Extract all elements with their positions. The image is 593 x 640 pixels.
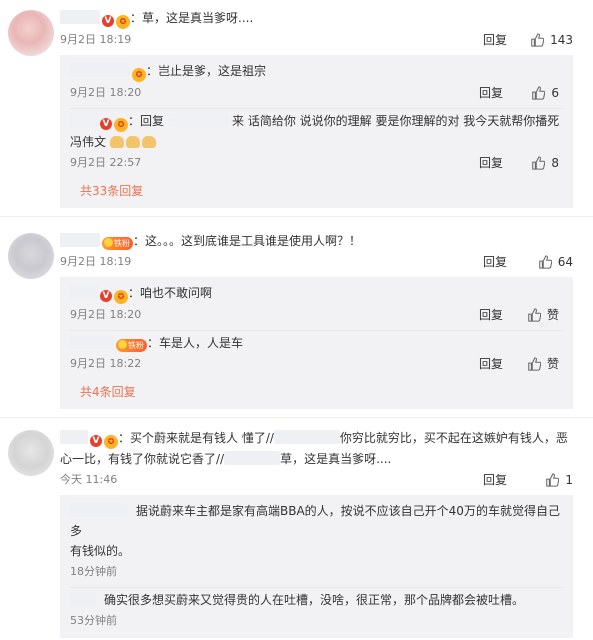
reply-text: 铁粉 ：车是人，人是车 xyxy=(70,333,563,353)
praying-hands-icon xyxy=(109,136,124,148)
view-more-replies-link[interactable]: 共33条回复 xyxy=(70,178,563,206)
username[interactable] xyxy=(70,592,96,606)
thumb-up-icon xyxy=(538,255,553,269)
timestamp: 18分钟前 xyxy=(70,565,117,578)
fan-badge: 铁粉 xyxy=(102,237,133,250)
reply-item: V ✪ ：咱也不敢问啊 9月2日 18:20 回复 赞 xyxy=(70,281,563,330)
reply-item: ✪ ：岂止是爹，这是祖宗 9月2日 18:20 回复 6 xyxy=(70,59,563,108)
avatar[interactable] xyxy=(8,430,54,476)
avatar[interactable] xyxy=(8,233,54,279)
medal-icon: ✪ xyxy=(132,68,146,82)
thumb-up-icon xyxy=(528,308,542,322)
reply-text: ✪ ：岂止是爹，这是祖宗 xyxy=(70,61,563,82)
username[interactable] xyxy=(70,285,98,299)
reply-item: 确实很多想买蔚来又觉得贵的人在吐槽，没啥，很正常，那个品牌都会被吐槽。 53分钟… xyxy=(70,587,563,636)
timestamp: 9月2日 18:22 xyxy=(70,357,142,370)
username[interactable] xyxy=(70,335,114,349)
verified-icon: V xyxy=(100,290,112,302)
mentioned-user[interactable] xyxy=(224,451,281,465)
reply-meta: 9月2日 18:22 回复 赞 xyxy=(70,353,563,375)
thumb-up-icon xyxy=(532,156,546,170)
comment-text: V ✪ ：买个蔚来就是有钱人 懂了//你穷比就穷比，买不起在这嫉妒有钱人，恶 xyxy=(60,428,573,449)
fan-badge: 铁粉 xyxy=(116,339,147,352)
view-more-replies-link[interactable]: 共4条回复 xyxy=(70,379,563,407)
verified-icon: V xyxy=(102,15,114,27)
timestamp: 今天 11:46 xyxy=(60,473,118,486)
praying-hands-icon xyxy=(141,136,156,148)
username[interactable] xyxy=(70,113,98,127)
timestamp: 9月2日 18:19 xyxy=(60,33,132,46)
timestamp: 9月2日 22:57 xyxy=(70,156,142,169)
reply-item: 铁粉 ：车是人，人是车 9月2日 18:22 回复 赞 xyxy=(70,330,563,379)
reply-button[interactable]: 回复 xyxy=(483,251,507,273)
like-button[interactable]: 1 xyxy=(545,469,573,491)
comment-thread: V ✪ ：买个蔚来就是有钱人 懂了//你穷比就穷比，买不起在这嫉妒有钱人，恶 心一比… xyxy=(0,418,593,640)
avatar[interactable] xyxy=(8,10,54,56)
thumb-up-icon xyxy=(546,473,560,487)
reply-meta: 9月2日 22:57 回复 8 xyxy=(70,152,563,174)
reply-button[interactable]: 回复 xyxy=(479,82,503,104)
reply-text-cont: 冯伟文 xyxy=(70,132,563,152)
reply-button[interactable]: 回复 xyxy=(479,152,503,174)
fan-icon xyxy=(104,238,113,247)
reply-button[interactable]: 回复 xyxy=(483,29,507,51)
reply-list: V ✪ ：咱也不敢问啊 9月2日 18:20 回复 赞 铁粉 ：车是人，人是车 9月2… xyxy=(60,277,573,409)
like-button[interactable]: 8 xyxy=(531,152,559,174)
reply-meta: 53分钟前 xyxy=(70,610,563,632)
reply-item: 据说蔚来车主都是家有高端BBA的人，按说不应该自己开个40万的车就觉得自己多 有… xyxy=(70,499,563,587)
comment-meta: 9月2日 18:19 回复 143 xyxy=(60,29,573,51)
like-button[interactable]: 64 xyxy=(538,251,573,273)
thumb-up-icon xyxy=(528,357,542,371)
timestamp: 9月2日 18:19 xyxy=(60,255,132,268)
like-button[interactable]: 6 xyxy=(531,82,559,104)
reply-button[interactable]: 回复 xyxy=(479,304,503,326)
reply-meta: 9月2日 18:20 回复 赞 xyxy=(70,304,563,326)
comment-text-cont: 心一比，有钱了你就说它香了//草，这是真当爹呀.... xyxy=(60,451,392,466)
timestamp: 9月2日 18:20 xyxy=(70,86,142,99)
comment-text: V ✪ ：草，这是真当爹呀.... xyxy=(60,4,573,29)
mentioned-user[interactable] xyxy=(168,113,229,127)
timestamp: 53分钟前 xyxy=(70,614,117,627)
reply-text: V ✪ ：回复来 话简给你 说说你的理解 要是你理解的对 我今天就帮你播死 xyxy=(70,111,563,132)
mentioned-user[interactable] xyxy=(273,430,340,444)
verified-icon: V xyxy=(90,435,102,447)
medal-icon: ✪ xyxy=(116,15,130,29)
timestamp: 9月2日 18:20 xyxy=(70,308,142,321)
like-button[interactable]: 赞 xyxy=(527,304,559,326)
username[interactable] xyxy=(60,430,88,444)
reply-text: V ✪ ：咱也不敢问啊 xyxy=(70,283,563,304)
comment-meta: 9月2日 18:19 回复 64 xyxy=(60,251,573,273)
reply-text: 确实很多想买蔚来又觉得贵的人在吐槽，没啥，很正常，那个品牌都会被吐槽。 xyxy=(70,590,563,610)
comment-thread: V ✪ ：草，这是真当爹呀.... 9月2日 18:19 回复 143 ✪ ：岂止是爹… xyxy=(0,0,593,217)
username[interactable] xyxy=(60,233,100,247)
reply-list: 据说蔚来车主都是家有高端BBA的人，按说不应该自己开个40万的车就觉得自己多 有… xyxy=(60,495,573,638)
comment-thread: 铁粉 ：这。。。这到底谁是工具谁是使用人啊？！ 9月2日 18:19 回复 64 … xyxy=(0,217,593,418)
username[interactable] xyxy=(60,10,100,24)
medal-icon: ✪ xyxy=(104,435,118,449)
verified-icon: V xyxy=(100,118,112,130)
reply-meta: 18分钟前 xyxy=(70,561,563,583)
username[interactable] xyxy=(70,503,128,517)
reply-text-cont: 有钱似的。 xyxy=(70,544,131,558)
like-button[interactable]: 赞 xyxy=(527,353,559,375)
comment-text: 铁粉 ：这。。。这到底谁是工具谁是使用人啊？！ xyxy=(60,231,573,251)
reply-item: V ✪ ：回复来 话简给你 说说你的理解 要是你理解的对 我今天就帮你播死 冯伟文 … xyxy=(70,108,563,178)
reply-button[interactable]: 回复 xyxy=(483,469,507,491)
comment-meta: 今天 11:46 回复 1 xyxy=(60,469,573,491)
thumb-up-icon xyxy=(531,33,545,47)
reply-button[interactable]: 回复 xyxy=(479,353,503,375)
medal-icon: ✪ xyxy=(114,290,128,304)
praying-hands-icon xyxy=(125,136,140,148)
like-button[interactable]: 143 xyxy=(530,29,573,51)
reply-meta: 9月2日 18:20 回复 6 xyxy=(70,82,563,104)
fan-icon xyxy=(118,340,127,349)
thumb-up-icon xyxy=(532,86,546,100)
reply-text: 据说蔚来车主都是家有高端BBA的人，按说不应该自己开个40万的车就觉得自己多 xyxy=(70,503,560,538)
reply-list: ✪ ：岂止是爹，这是祖宗 9月2日 18:20 回复 6 V ✪ ：回复来 话简给你 … xyxy=(60,55,573,208)
medal-icon: ✪ xyxy=(114,118,128,132)
username[interactable] xyxy=(70,63,130,77)
